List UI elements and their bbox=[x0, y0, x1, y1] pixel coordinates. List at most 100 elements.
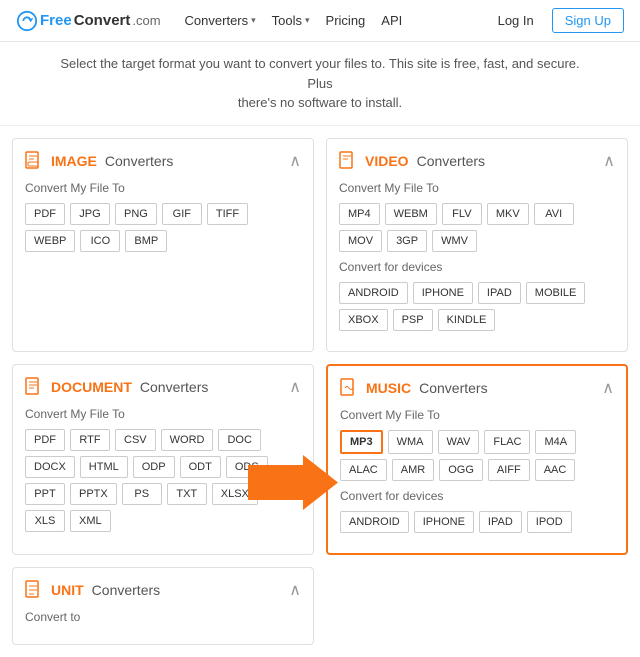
format-flac[interactable]: FLAC bbox=[484, 430, 530, 454]
music-card-title: MUSIC Converters bbox=[340, 378, 488, 398]
format-iphone-m[interactable]: IPHONE bbox=[414, 511, 474, 533]
document-card-icon bbox=[25, 377, 43, 397]
format-ipad-v[interactable]: IPAD bbox=[478, 282, 521, 304]
format-ogg[interactable]: OGG bbox=[439, 459, 483, 481]
video-card-icon bbox=[339, 151, 357, 171]
format-ico[interactable]: ICO bbox=[80, 230, 120, 252]
format-mobile-v[interactable]: MOBILE bbox=[526, 282, 586, 304]
image-collapse-btn[interactable]: ∧ bbox=[289, 151, 301, 171]
format-txt[interactable]: TXT bbox=[167, 483, 207, 505]
format-ps[interactable]: PS bbox=[122, 483, 162, 505]
format-aac[interactable]: AAC bbox=[535, 459, 576, 481]
nav-tools-arrow: ▾ bbox=[305, 15, 310, 26]
music-label: Converters bbox=[419, 380, 487, 396]
format-iphone-v[interactable]: IPHONE bbox=[413, 282, 473, 304]
format-doc[interactable]: DOC bbox=[218, 429, 260, 451]
music-devices-label: Convert for devices bbox=[340, 489, 614, 503]
format-wav[interactable]: WAV bbox=[438, 430, 480, 454]
format-mp4[interactable]: MP4 bbox=[339, 203, 380, 225]
signup-button[interactable]: Sign Up bbox=[552, 8, 624, 33]
video-card-header: VIDEO Converters ∧ bbox=[339, 151, 615, 171]
format-wma[interactable]: WMA bbox=[388, 430, 433, 454]
format-mkv[interactable]: MKV bbox=[487, 203, 529, 225]
nav-tools[interactable]: Tools ▾ bbox=[272, 13, 310, 28]
format-ods[interactable]: ODS bbox=[226, 456, 268, 478]
video-devices-grid: ANDROID IPHONE IPAD MOBILE XBOX PSP KIND… bbox=[339, 282, 615, 331]
format-html[interactable]: HTML bbox=[80, 456, 128, 478]
music-card-icon bbox=[340, 378, 358, 398]
video-card: VIDEO Converters ∧ Convert My File To MP… bbox=[326, 138, 628, 352]
unit-card-title: UNIT Converters bbox=[25, 580, 160, 600]
unit-card-header: UNIT Converters ∧ bbox=[25, 580, 301, 600]
document-section-label: Convert My File To bbox=[25, 407, 301, 421]
format-odt[interactable]: ODT bbox=[180, 456, 221, 478]
image-section-label: Convert My File To bbox=[25, 181, 301, 195]
unit-collapse-btn[interactable]: ∧ bbox=[289, 580, 301, 600]
logo[interactable]: FreeConvert.com bbox=[16, 10, 161, 32]
video-collapse-btn[interactable]: ∧ bbox=[603, 151, 615, 171]
format-pptx[interactable]: PPTX bbox=[70, 483, 117, 505]
format-android-m[interactable]: ANDROID bbox=[340, 511, 409, 533]
nav-pricing[interactable]: Pricing bbox=[326, 13, 366, 28]
format-kindle[interactable]: KINDLE bbox=[438, 309, 496, 331]
format-gif[interactable]: GIF bbox=[162, 203, 202, 225]
format-csv[interactable]: CSV bbox=[115, 429, 156, 451]
format-avi[interactable]: AVI bbox=[534, 203, 574, 225]
unit-section-label: Convert to bbox=[25, 610, 301, 624]
format-jpg[interactable]: JPG bbox=[70, 203, 110, 225]
document-collapse-btn[interactable]: ∧ bbox=[289, 377, 301, 397]
format-mov[interactable]: MOV bbox=[339, 230, 382, 252]
format-webm[interactable]: WEBM bbox=[385, 203, 437, 225]
format-mp3[interactable]: MP3 bbox=[340, 430, 383, 454]
format-ppt[interactable]: PPT bbox=[25, 483, 65, 505]
format-odp[interactable]: ODP bbox=[133, 456, 175, 478]
image-label: Converters bbox=[105, 153, 173, 169]
format-ipad-m[interactable]: IPAD bbox=[479, 511, 522, 533]
format-alac[interactable]: ALAC bbox=[340, 459, 387, 481]
format-webp[interactable]: WEBP bbox=[25, 230, 75, 252]
music-section-label: Convert My File To bbox=[340, 408, 614, 422]
format-pdf-img[interactable]: PDF bbox=[25, 203, 65, 225]
page-subtitle: Select the target format you want to con… bbox=[0, 42, 640, 126]
format-word[interactable]: WORD bbox=[161, 429, 214, 451]
bottom-section: UNIT Converters ∧ Convert to bbox=[0, 567, 640, 657]
logo-com: .com bbox=[132, 13, 160, 28]
format-aiff[interactable]: AIFF bbox=[488, 459, 530, 481]
image-type-label: IMAGE bbox=[51, 153, 97, 169]
music-devices-grid: ANDROID IPHONE IPAD IPOD bbox=[340, 511, 614, 533]
format-rtf[interactable]: RTF bbox=[70, 429, 110, 451]
music-collapse-btn[interactable]: ∧ bbox=[602, 378, 614, 398]
format-flv[interactable]: FLV bbox=[442, 203, 482, 225]
music-card-header: MUSIC Converters ∧ bbox=[340, 378, 614, 398]
unit-label: Converters bbox=[92, 582, 160, 598]
format-m4a[interactable]: M4A bbox=[535, 430, 576, 454]
format-bmp[interactable]: BMP bbox=[125, 230, 167, 252]
login-button[interactable]: Log In bbox=[490, 9, 542, 32]
document-format-grid: PDF RTF CSV WORD DOC DOCX HTML ODP ODT O… bbox=[25, 429, 301, 532]
format-xbox[interactable]: XBOX bbox=[339, 309, 388, 331]
format-psp[interactable]: PSP bbox=[393, 309, 433, 331]
music-card: MUSIC Converters ∧ Convert My File To MP… bbox=[326, 364, 628, 555]
format-pdf-doc[interactable]: PDF bbox=[25, 429, 65, 451]
format-tiff[interactable]: TIFF bbox=[207, 203, 248, 225]
image-card-header: IMAGE Converters ∧ bbox=[25, 151, 301, 171]
image-card-title: IMAGE Converters bbox=[25, 151, 173, 171]
format-wmv[interactable]: WMV bbox=[432, 230, 477, 252]
format-amr[interactable]: AMR bbox=[392, 459, 434, 481]
document-label: Converters bbox=[140, 379, 208, 395]
main-nav: Converters ▾ Tools ▾ Pricing API bbox=[185, 13, 490, 28]
format-ipod[interactable]: IPOD bbox=[527, 511, 572, 533]
header: FreeConvert.com Converters ▾ Tools ▾ Pri… bbox=[0, 0, 640, 42]
format-xls[interactable]: XLS bbox=[25, 510, 65, 532]
format-png[interactable]: PNG bbox=[115, 203, 157, 225]
format-docx[interactable]: DOCX bbox=[25, 456, 75, 478]
format-xml[interactable]: XML bbox=[70, 510, 111, 532]
music-type-label: MUSIC bbox=[366, 380, 411, 396]
nav-converters[interactable]: Converters ▾ bbox=[185, 13, 256, 28]
document-card-header: DOCUMENT Converters ∧ bbox=[25, 377, 301, 397]
format-xlsx[interactable]: XLSX bbox=[212, 483, 258, 505]
nav-api[interactable]: API bbox=[381, 13, 402, 28]
format-android-v[interactable]: ANDROID bbox=[339, 282, 408, 304]
converter-grid: IMAGE Converters ∧ Convert My File To PD… bbox=[0, 126, 640, 567]
format-3gp[interactable]: 3GP bbox=[387, 230, 427, 252]
